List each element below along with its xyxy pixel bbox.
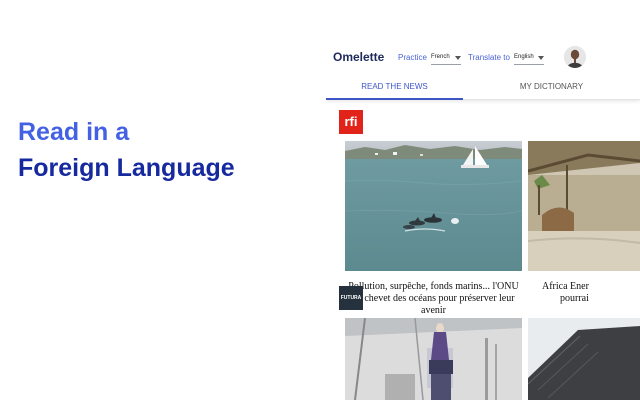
article-headline[interactable]: Pollution, surpêche, fonds marins... l'O…	[345, 281, 522, 317]
tab-my-dictionary[interactable]: MY DICTIONARY	[463, 76, 640, 100]
promo-heading: Read in a Foreign Language	[18, 114, 235, 186]
user-avatar[interactable]	[564, 46, 586, 68]
practice-select-value: French	[431, 54, 450, 60]
headline-line: au chevet des océans pour préserver leur	[352, 293, 515, 304]
article-image-ocean[interactable]	[345, 141, 522, 271]
article-image-africa[interactable]	[528, 141, 640, 271]
practice-label: Practice	[398, 53, 427, 62]
top-bar: Omelette Practice French Translate to En…	[326, 38, 640, 80]
avatar-image	[564, 46, 586, 68]
headline-line: avenir	[421, 305, 446, 316]
practice-select[interactable]: French	[431, 51, 461, 65]
translate-select[interactable]: English	[514, 51, 544, 65]
chevron-down-icon	[538, 56, 544, 60]
translate-label: Translate to	[468, 53, 510, 62]
rfi-logo: rfi	[339, 110, 363, 134]
chevron-down-icon	[455, 56, 461, 60]
app-brand: Omelette	[333, 50, 385, 64]
tab-read-the-news[interactable]: READ THE NEWS	[326, 76, 463, 100]
futura-logo: FUTURA	[339, 286, 363, 310]
article-headline[interactable]: Africa Ener pourrai	[528, 281, 640, 305]
app-window: Omelette Practice French Translate to En…	[326, 38, 640, 400]
ocean-photo	[345, 141, 522, 271]
headline-line: Pollution, surpêche, fonds marins... l'O…	[348, 281, 519, 292]
headline-line: pourrai	[560, 293, 589, 304]
lab-photo	[345, 318, 522, 400]
tab-bar: READ THE NEWS MY DICTIONARY	[326, 76, 640, 100]
promo-line-1: Read in a	[18, 118, 130, 146]
article-image-lab[interactable]	[345, 318, 522, 400]
roof-photo	[528, 318, 640, 400]
translate-select-value: English	[514, 54, 534, 60]
africa-photo	[528, 141, 640, 271]
headline-line: Africa Ener	[542, 281, 589, 292]
promo-line-2: Foreign Language	[18, 154, 235, 182]
article-image-roof[interactable]	[528, 318, 640, 400]
